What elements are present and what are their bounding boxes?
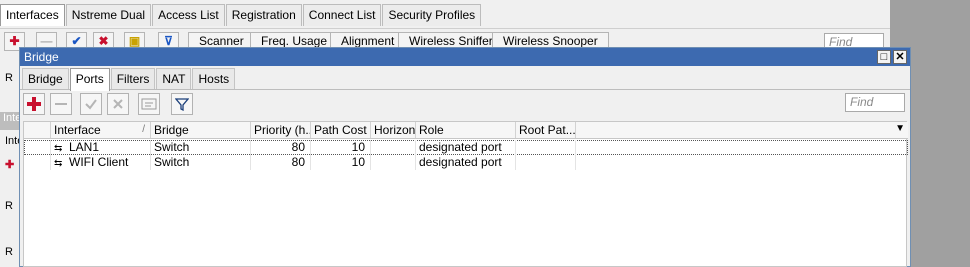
column-header-label: Interface [54,123,101,137]
column-header-bridge[interactable]: Bridge [151,122,251,138]
tab-ports[interactable]: Ports [69,68,110,91]
cell-horizon [371,140,416,155]
table-header: Interface / Bridge Priority (h... Path C… [24,122,908,139]
side-label: R [5,72,13,84]
column-header-root-path-cost[interactable]: Root Pat... [516,122,576,138]
tab-security-profiles[interactable]: Security Profiles [382,4,482,26]
filter-button[interactable] [171,93,193,115]
cell-priority: 80 [251,140,311,155]
window-title: Bridge [24,50,59,64]
column-header-marker [24,122,51,138]
cell-priority: 80 [251,155,311,170]
wireless-tabs: Interfaces Nstreme Dual Access List Regi… [0,4,482,26]
enable-button[interactable] [80,93,102,115]
bridge-window: Bridge □ ✕ Bridge Ports Filters NAT Host… [19,47,911,267]
column-header-horizon[interactable]: Horizon [371,122,416,138]
cell-root-path-cost [516,155,576,170]
tab-connect-list[interactable]: Connect List [302,4,382,26]
cell-bridge: Switch [151,155,251,170]
side-add-icon[interactable]: ✚ [0,158,19,171]
ports-table: Interface / Bridge Priority (h... Path C… [23,121,908,267]
bridge-titlebar[interactable]: Bridge □ ✕ [20,48,910,66]
column-menu-icon[interactable]: ▼ [895,123,905,134]
filter-icon [175,98,189,111]
close-icon[interactable]: ✕ [893,50,907,64]
cell-path-cost: 10 [311,140,371,155]
side-label: Inte [0,112,21,130]
remove-button[interactable] [50,93,72,115]
tab-registration[interactable]: Registration [225,4,302,26]
tab-hosts[interactable]: Hosts [192,68,236,89]
cell-role: designated port [416,155,516,170]
table-row[interactable]: ⇆ WIFI Client Switch 80 10 designated por… [24,155,908,170]
tab-nat[interactable]: NAT [156,68,192,89]
side-label: R [5,246,13,258]
interface-name: WIFI Client [69,155,129,169]
maximize-icon[interactable]: □ [877,50,891,64]
cell-path-cost: 10 [311,155,371,170]
tab-nstreme-dual[interactable]: Nstreme Dual [65,4,152,26]
cell-horizon [371,155,416,170]
row-marker [24,140,51,155]
interface-name: LAN1 [69,140,100,154]
column-header-interface[interactable]: Interface / [51,122,151,138]
note-icon [141,98,157,110]
ports-toolbar: Find [20,90,910,117]
cross-icon [113,99,123,109]
cell-role: designated port [416,140,516,155]
cell-interface: ⇆ LAN1 [51,140,151,155]
tab-access-list[interactable]: Access List [152,4,225,26]
bridge-port-icon: ⇆ [54,158,63,169]
cell-bridge: Switch [151,140,251,155]
table-row[interactable]: ⇆ LAN1 Switch 80 10 designated port [24,140,908,155]
disable-button[interactable] [107,93,129,115]
cell-root-path-cost [516,140,576,155]
plus-icon [27,97,41,111]
tab-interfaces[interactable]: Interfaces [0,4,65,26]
column-header-path-cost[interactable]: Path Cost [311,122,371,138]
minus-icon [55,103,67,105]
column-header-priority[interactable]: Priority (h... [251,122,311,138]
side-label: Inte [5,135,24,147]
comment-button[interactable] [138,93,160,115]
check-icon [85,99,97,110]
find-input[interactable]: Find [845,93,905,112]
tab-bridge[interactable]: Bridge [22,68,69,89]
side-label: R [5,200,13,212]
row-marker [24,155,51,170]
bridge-port-icon: ⇆ [54,143,63,154]
tab-filters[interactable]: Filters [110,68,156,89]
add-button[interactable] [23,93,45,115]
sort-indicator-icon: / [142,124,145,135]
cell-interface: ⇆ WIFI Client [51,155,151,170]
bridge-tabs: Bridge Ports Filters NAT Hosts [20,66,910,91]
column-header-role[interactable]: Role [416,122,516,138]
